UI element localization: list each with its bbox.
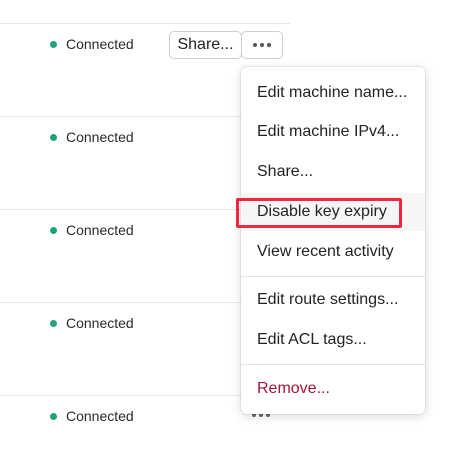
status-indicator: Connected	[50, 315, 134, 331]
status-label: Connected	[66, 315, 134, 331]
status-dot-icon	[50, 226, 57, 234]
menu-item-edit-acl-tags[interactable]: Edit ACL tags...	[241, 321, 425, 359]
status-indicator: Connected	[50, 129, 134, 145]
menu-item-edit-machine-name[interactable]: Edit machine name...	[241, 74, 425, 112]
status-dot-icon	[50, 40, 57, 48]
status-indicator: Connected	[50, 408, 134, 424]
status-dot-icon	[50, 319, 57, 327]
menu-separator	[241, 276, 425, 277]
more-horizontal-icon	[253, 43, 271, 47]
menu-item-share[interactable]: Share...	[241, 153, 425, 191]
share-button[interactable]: Share...	[169, 31, 242, 59]
menu-separator	[241, 364, 425, 365]
menu-item-view-recent-activity[interactable]: View recent activity	[241, 233, 425, 271]
status-indicator: Connected	[50, 36, 134, 52]
menu-item-edit-route-settings[interactable]: Edit route settings...	[241, 281, 425, 319]
menu-item-disable-key-expiry[interactable]: Disable key expiry	[241, 193, 425, 231]
status-label: Connected	[66, 129, 134, 145]
status-label: Connected	[66, 36, 134, 52]
more-options-button[interactable]	[241, 31, 283, 59]
menu-item-edit-machine-ipv4[interactable]: Edit machine IPv4...	[241, 113, 425, 151]
status-indicator: Connected	[50, 222, 134, 238]
menu-item-remove[interactable]: Remove...	[241, 370, 425, 408]
machine-actions-menu: Edit machine name... Edit machine IPv4..…	[241, 67, 425, 414]
status-label: Connected	[66, 222, 134, 238]
status-dot-icon	[50, 133, 57, 141]
status-label: Connected	[66, 408, 134, 424]
status-dot-icon	[50, 412, 57, 420]
